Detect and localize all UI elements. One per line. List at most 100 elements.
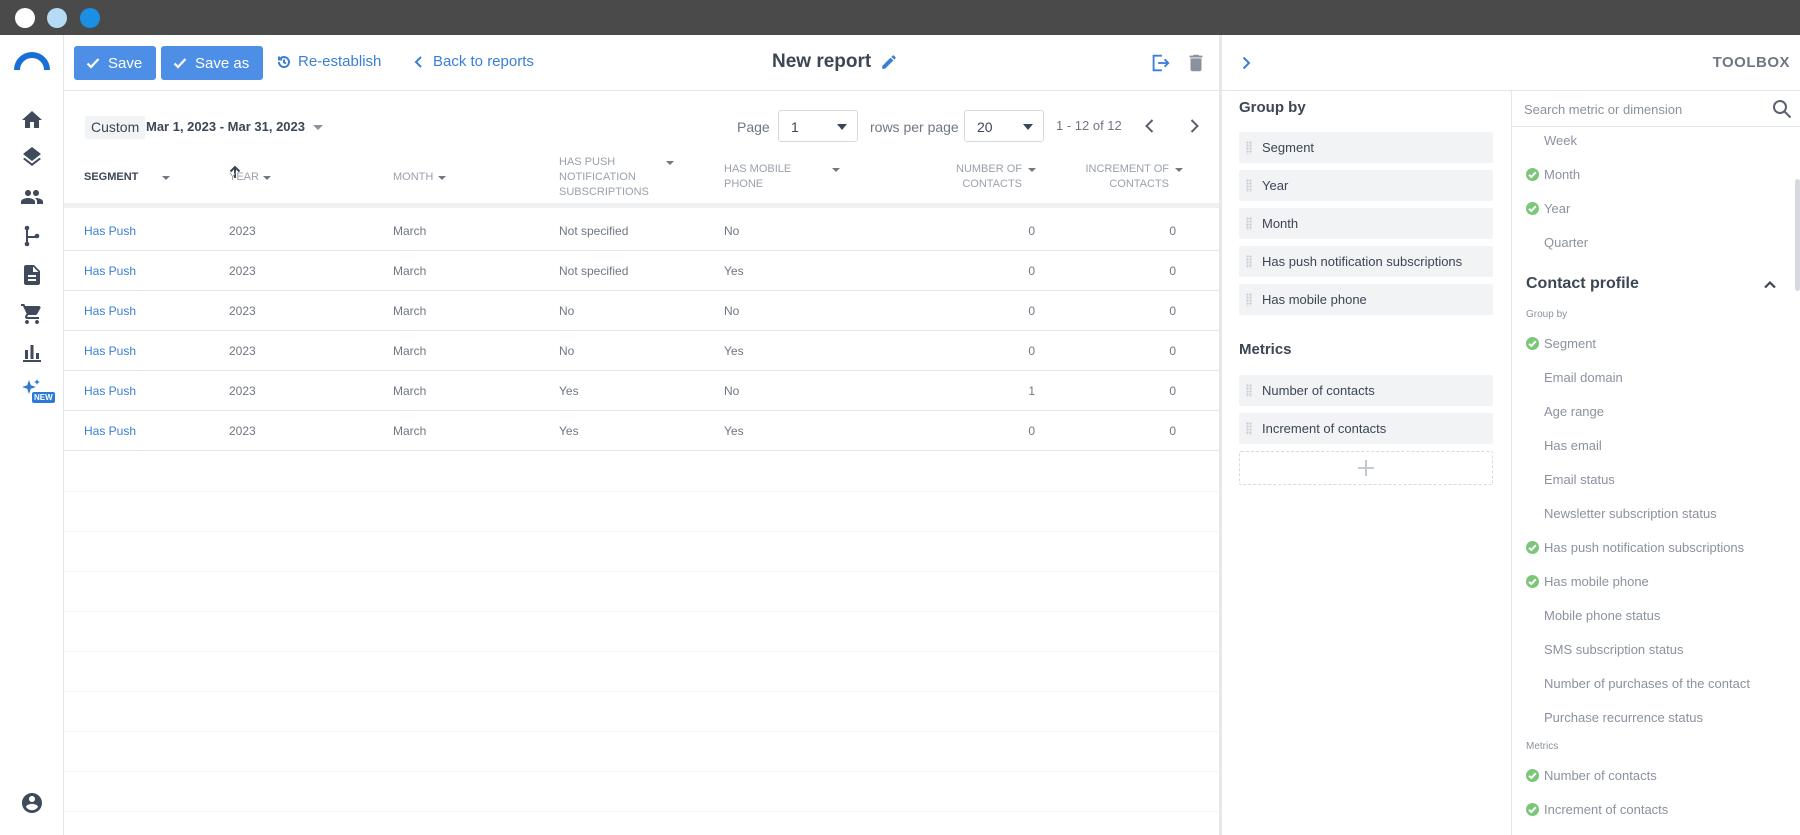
cell-month: March (393, 344, 427, 358)
cell-segment[interactable]: Has Push (84, 344, 136, 358)
plus-icon (1358, 460, 1374, 476)
drag-handle-icon[interactable] (1246, 141, 1252, 154)
pagination-range: 1 - 12 of 12 (1056, 118, 1122, 133)
cell-segment[interactable]: Has Push (84, 384, 136, 398)
add-metric-button[interactable] (1239, 451, 1493, 485)
column-header-month[interactable]: MONTH (393, 170, 446, 185)
group-by-chip[interactable]: Has push notification subscriptions (1239, 246, 1493, 277)
ai-sparkle-icon[interactable]: NEW (17, 375, 55, 405)
chip-label: Number of contacts (1262, 383, 1375, 398)
home-icon[interactable] (17, 105, 47, 135)
toolbox-title: TOOLBOX (1712, 54, 1790, 71)
layers-icon[interactable] (17, 144, 47, 174)
group-by-chip[interactable]: Has mobile phone (1239, 284, 1493, 315)
trash-icon[interactable] (1185, 52, 1207, 74)
date-range-picker[interactable]: Mar 1, 2023 - Mar 31, 2023 (146, 119, 323, 134)
dimension-item[interactable]: Has push notification subscriptions (1544, 540, 1744, 555)
column-header-label: HAS PUSH NOTIFICATION SUBSCRIPTIONS (559, 156, 649, 198)
window-close-button[interactable] (15, 8, 35, 28)
cell-segment[interactable]: Has Push (84, 264, 136, 278)
dimension-item[interactable]: Week (1544, 133, 1577, 148)
dimension-item[interactable]: Has mobile phone (1544, 574, 1649, 589)
caret-down-icon (1023, 124, 1033, 130)
list-scrollbar[interactable] (1795, 179, 1800, 291)
dimension-item[interactable]: Month (1544, 167, 1580, 182)
cell-segment[interactable]: Has Push (84, 224, 136, 238)
reports-chart-icon[interactable] (17, 337, 47, 367)
metric-item[interactable]: Increment of contacts (1544, 802, 1668, 817)
edit-pencil-icon[interactable] (880, 53, 898, 71)
cell-year: 2023 (229, 424, 256, 438)
contacts-icon[interactable] (17, 182, 47, 212)
cart-icon[interactable] (17, 299, 47, 329)
column-header-year[interactable]: YEAR (229, 170, 271, 185)
save-button[interactable]: Save (74, 46, 157, 80)
drag-handle-icon[interactable] (1246, 422, 1252, 435)
check-circle-icon (1526, 803, 1539, 816)
cell-segment[interactable]: Has Push (84, 424, 136, 438)
drag-handle-icon[interactable] (1246, 384, 1252, 397)
group-by-chip[interactable]: Segment (1239, 132, 1493, 163)
table-body: Has Push 2023 March Not specified No 0 0… (64, 211, 1220, 451)
reestablish-link[interactable]: Re-establish (277, 53, 381, 70)
cell-has-push: No (559, 304, 575, 318)
user-account-icon[interactable] (17, 788, 47, 818)
column-header-increment-of-contacts[interactable]: INCREMENT OF CONTACTS (1084, 162, 1183, 192)
cell-month: March (393, 424, 427, 438)
save-as-button[interactable]: Save as (161, 46, 264, 80)
drag-handle-icon[interactable] (1246, 255, 1252, 268)
metric-chip[interactable]: Number of contacts (1239, 375, 1493, 406)
collapse-toolbox-button[interactable] (1236, 53, 1256, 73)
dimension-item[interactable]: Quarter (1544, 235, 1588, 250)
dimension-item[interactable]: Number of purchases of the contact (1544, 676, 1750, 691)
cell-segment[interactable]: Has Push (84, 304, 136, 318)
column-header-number-of-contacts[interactable]: NUMBER OF CONTACTS (944, 162, 1036, 192)
app-logo-icon[interactable] (14, 50, 50, 72)
date-type-select[interactable]: Custom (85, 116, 146, 139)
search-input[interactable] (1512, 91, 1752, 127)
metric-item[interactable]: Number of contacts (1544, 768, 1657, 783)
prev-page-button[interactable] (1140, 116, 1160, 136)
save-label: Save (108, 54, 143, 72)
back-label: Back to reports (433, 53, 534, 70)
cell-number-of-contacts: 0 (1028, 304, 1035, 318)
cell-month: March (393, 224, 427, 238)
group-by-chip[interactable]: Month (1239, 208, 1493, 239)
column-header-has-mobile-phone[interactable]: HAS MOBILE PHONE (724, 162, 840, 192)
automation-flow-icon[interactable] (17, 221, 47, 251)
page-select[interactable]: 1 (778, 110, 858, 142)
cell-month: March (393, 264, 427, 278)
drag-handle-icon[interactable] (1246, 179, 1252, 192)
date-range-label: Mar 1, 2023 - Mar 31, 2023 (146, 119, 305, 134)
dimension-item[interactable]: Age range (1544, 404, 1604, 419)
cell-year: 2023 (229, 304, 256, 318)
dimension-item[interactable]: Newsletter subscription status (1544, 506, 1717, 521)
column-header-has-push[interactable]: HAS PUSH NOTIFICATION SUBSCRIPTIONS (559, 155, 674, 200)
group-by-chip[interactable]: Year (1239, 170, 1493, 201)
dimension-item[interactable]: Has email (1544, 438, 1602, 453)
rows-per-page-label: rows per page (870, 119, 959, 135)
window-minimize-button[interactable] (47, 8, 67, 28)
export-icon[interactable] (1149, 52, 1171, 74)
back-to-reports-link[interactable]: Back to reports (412, 53, 534, 70)
search-icon[interactable] (1772, 99, 1792, 119)
column-header-segment[interactable]: SEGMENT (84, 170, 170, 185)
metric-chip[interactable]: Increment of contacts (1239, 413, 1493, 444)
drag-handle-icon[interactable] (1246, 217, 1252, 230)
dimension-item[interactable]: Segment (1544, 336, 1596, 351)
dimension-item[interactable]: Mobile phone status (1544, 608, 1660, 623)
dimension-item[interactable]: Email status (1544, 472, 1615, 487)
cell-has-push: Not specified (559, 264, 629, 278)
dimension-item[interactable]: SMS subscription status (1544, 642, 1683, 657)
dimension-item[interactable]: Year (1544, 201, 1570, 216)
next-page-button[interactable] (1184, 116, 1204, 136)
rows-per-page-select[interactable]: 20 (964, 110, 1044, 142)
chevron-up-icon[interactable] (1762, 277, 1778, 293)
dimension-item[interactable]: Purchase recurrence status (1544, 710, 1703, 725)
window-maximize-button[interactable] (80, 8, 100, 28)
drag-handle-icon[interactable] (1246, 293, 1252, 306)
document-icon[interactable] (17, 260, 47, 290)
dimension-item[interactable]: Email domain (1544, 370, 1623, 385)
contact-profile-title[interactable]: Contact profile (1526, 275, 1639, 293)
cell-increment-of-contacts: 0 (1169, 344, 1176, 358)
